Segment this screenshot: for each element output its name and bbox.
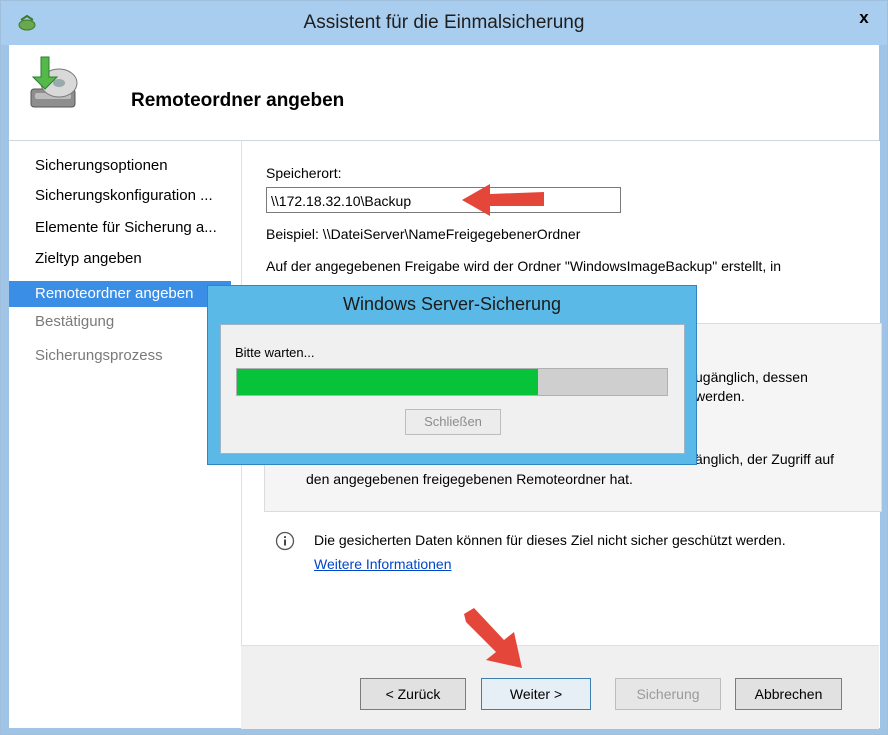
- window-title: Assistent für die Einmalsicherung: [303, 12, 585, 33]
- nav-step-bestaetigung: Bestätigung: [35, 313, 115, 330]
- page-title: Remoteordner angeben: [131, 90, 345, 111]
- progress-bar-fill: [237, 369, 538, 395]
- dialog-title: Windows Server-Sicherung: [342, 294, 562, 314]
- dialog-close-button: Schließen: [405, 409, 501, 435]
- next-button[interactable]: Weiter >: [481, 678, 591, 710]
- option-specific-text-2: den angegebenen freigegebenen Remoteordn…: [306, 471, 633, 487]
- progress-dialog: Windows Server-Sicherung Bitte warten...…: [207, 285, 697, 465]
- info-icon: [275, 531, 295, 551]
- nav-step-remoteordner[interactable]: Remoteordner angeben: [9, 281, 231, 307]
- nav-step-zieltyp[interactable]: Zieltyp angeben: [9, 246, 237, 272]
- wait-message: Bitte warten...: [235, 345, 315, 360]
- option-specific-text: änglich, der Zugriff auf: [695, 451, 835, 467]
- wizard-step-list: Sicherungsoptionen Sicherungskonfigurati…: [9, 141, 237, 728]
- cancel-button[interactable]: Abbrechen: [735, 678, 842, 710]
- backup-button: Sicherung: [615, 678, 721, 710]
- nav-step-elemente[interactable]: Elemente für Sicherung a...: [9, 215, 237, 241]
- wizard-header: Remoteordner angeben: [9, 45, 879, 141]
- description-text: Auf der angegebenen Freigabe wird der Or…: [266, 258, 781, 274]
- location-label: Speicherort:: [266, 165, 342, 181]
- back-button[interactable]: < Zurück: [360, 678, 466, 710]
- dialog-body: Bitte warten... Schließen: [220, 324, 685, 454]
- annotation-arrow-next: [464, 608, 522, 668]
- title-bar[interactable]: Assistent für die Einmalsicherung x: [1, 1, 887, 45]
- more-info-link[interactable]: Weitere Informationen: [314, 556, 451, 572]
- backup-disk-icon: [30, 56, 78, 108]
- progress-bar: [236, 368, 668, 396]
- option-inherit-text-2: werden.: [695, 388, 745, 404]
- annotation-arrow-location: [462, 184, 544, 216]
- location-input[interactable]: \\172.18.32.10\Backup: [266, 187, 621, 213]
- close-button[interactable]: x: [849, 5, 879, 31]
- nav-step-sicherungsoptionen[interactable]: Sicherungsoptionen: [9, 153, 237, 179]
- info-text: Die gesicherten Daten können für dieses …: [314, 532, 786, 548]
- nav-step-sicherungsprozess: Sicherungsprozess: [35, 347, 163, 364]
- example-text: Beispiel: \\DateiServer\NameFreigegebene…: [266, 226, 581, 242]
- option-inherit-text: ugänglich, dessen: [695, 369, 808, 385]
- nav-step-sicherungskonfiguration[interactable]: Sicherungskonfiguration ...: [9, 183, 237, 209]
